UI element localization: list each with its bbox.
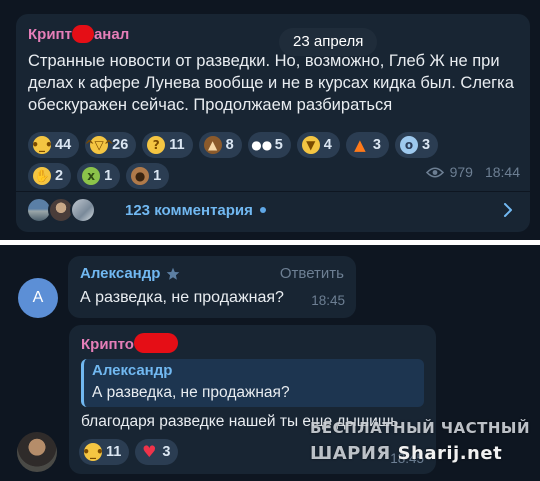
chevron-right-icon — [504, 203, 512, 217]
post-text: Странные новости от разведки. Но, возмож… — [28, 52, 514, 114]
reply-button[interactable]: Ответить — [280, 265, 344, 282]
channel-name-start: Крипт — [28, 26, 72, 43]
quoted-author: Александр — [92, 362, 173, 379]
reaction-handshake[interactable]: ✋ 2 — [28, 163, 72, 189]
reply-author[interactable]: Крипто — [81, 333, 178, 354]
separator-bar — [0, 240, 540, 245]
comment-time: 18:45 — [311, 293, 345, 308]
comments-link[interactable]: 123 комментария — [26, 194, 520, 226]
reaction-count: 1 — [153, 168, 162, 184]
neutral-face-icon: •_• — [31, 136, 53, 154]
reaction-count: 5 — [274, 137, 283, 153]
poop-icon: ▲ — [203, 136, 222, 154]
thumbs-down-icon: ▼ — [301, 136, 320, 154]
fearful-face-icon: o — [399, 136, 418, 154]
avatar[interactable]: А — [18, 278, 58, 318]
divider — [16, 191, 530, 192]
reactions-row-1: •_• 44 ^▽^ 26 ? 11 ▲ 8 ●● 5 ▼ 4 ▲ 3 o3 — [28, 132, 439, 158]
watermark-line-2: ШАРИЯ Sharij.net — [310, 443, 502, 464]
reaction-fearful[interactable]: o3 — [394, 132, 439, 158]
quoted-text: А разведка, не продажная? — [92, 384, 290, 401]
reaction-count: 3 — [372, 137, 381, 153]
post-meta: 979 18:44 — [425, 164, 520, 180]
commenter-avatars — [26, 197, 108, 223]
reaction-count: 8 — [225, 137, 234, 153]
reaction-fire[interactable]: ▲ 3 — [345, 132, 389, 158]
reaction-count: 11 — [169, 137, 185, 153]
avatar[interactable] — [17, 432, 57, 472]
reaction-count: 26 — [112, 137, 129, 153]
reaction-count: 1 — [104, 168, 113, 184]
channel-name[interactable]: Крипт анал — [28, 24, 130, 43]
reaction-neutral[interactable]: •_• 44 — [28, 132, 80, 158]
reactions-row-2: ✋ 2 x1 ● 1 — [28, 163, 170, 189]
reply-author-start: Крипто — [81, 336, 134, 353]
reaction-thumbs-down[interactable]: ▼ 4 — [296, 132, 340, 158]
quoted-message[interactable]: Александр А разведка, не продажная? — [81, 359, 424, 407]
reaction-count: 11 — [106, 444, 122, 460]
reaction-monkey[interactable]: ● 1 — [126, 163, 170, 189]
watermark-word: ШАРИЯ — [310, 443, 391, 464]
reaction-rofl[interactable]: ^▽^ 26 — [84, 132, 137, 158]
eye-icon — [425, 166, 444, 178]
eyes-icon: ●● — [251, 138, 273, 152]
star-icon — [167, 267, 180, 280]
reaction-count: 3 — [162, 444, 171, 460]
unread-dot — [259, 207, 266, 213]
reaction-count: 2 — [55, 168, 64, 184]
neutral-face-icon: •_• — [82, 443, 104, 461]
fire-icon: ▲ — [354, 135, 366, 154]
reaction-count: 44 — [55, 137, 72, 153]
redaction-mark — [71, 24, 94, 43]
channel-name-end: анал — [93, 26, 130, 43]
reaction-neutral[interactable]: •_• 11 — [79, 439, 130, 465]
reaction-count: 4 — [323, 137, 332, 153]
reaction-nauseated[interactable]: x1 — [77, 163, 121, 189]
heart-icon: ♥ — [142, 442, 157, 461]
post-time: 18:44 — [484, 164, 520, 180]
reaction-count: 3 — [421, 137, 431, 153]
see-no-evil-monkey-icon: ● — [131, 167, 150, 185]
watermark-site: Sharij.net — [397, 443, 503, 464]
reaction-poop[interactable]: ▲ 8 — [198, 132, 242, 158]
reaction-thinking[interactable]: ? 11 — [142, 132, 193, 158]
reaction-heart[interactable]: ♥ 3 — [135, 439, 179, 465]
nauseated-face-icon: x — [82, 167, 101, 185]
comment-author[interactable]: Александр — [80, 265, 180, 282]
comments-count-label: 123 комментария — [125, 201, 253, 219]
comment-text: А разведка, не продажная? — [80, 289, 284, 306]
comment-bubble: Александр Ответить А разведка, не продаж… — [68, 256, 356, 318]
author-name: Александр — [80, 265, 161, 282]
redaction-mark — [133, 333, 178, 354]
thinking-face-icon: ? — [147, 136, 166, 154]
avatar — [70, 197, 96, 223]
view-count: 979 — [449, 164, 473, 180]
rofl-face-icon: ^▽^ — [84, 136, 114, 154]
reply-reactions: •_• 11 ♥ 3 — [79, 439, 179, 465]
handshake-icon: ✋ — [33, 167, 51, 185]
watermark-line-1: БЕСПЛАТНЫЙ ЧАСТНЫЙ — [310, 419, 531, 437]
channel-post: Крипт анал 23 апреля Странные новости от … — [16, 14, 530, 232]
reaction-eyes[interactable]: ●● 5 — [247, 132, 291, 158]
